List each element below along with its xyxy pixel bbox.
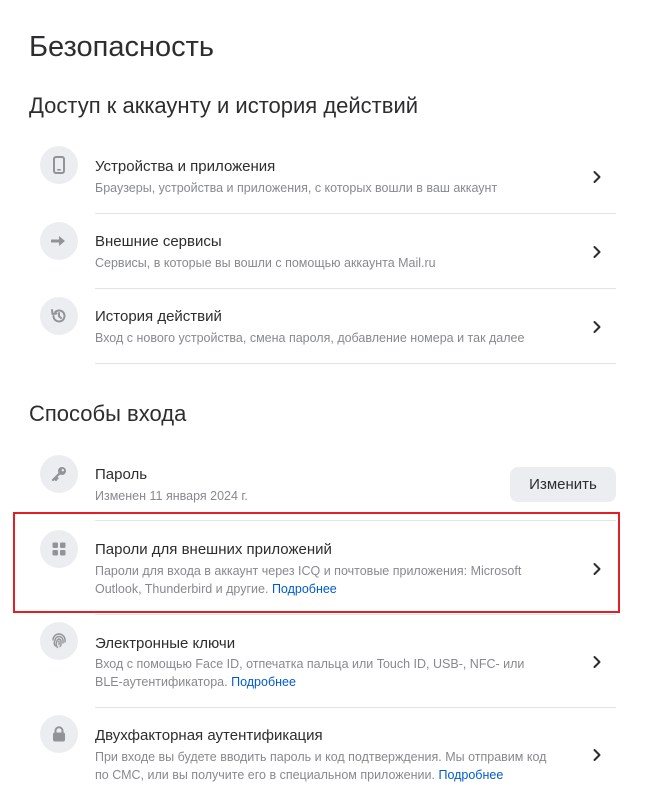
apps-grid-icon (40, 530, 78, 568)
app-passwords-item[interactable]: Пароли для внешних приложений Пароли для… (29, 530, 616, 602)
password-title: Пароль (95, 466, 148, 483)
two-factor-item[interactable]: Двухфакторная аутентификация При входе в… (29, 715, 616, 787)
password-item: Пароль Изменен 11 января 2024 г. (29, 455, 499, 511)
divider (95, 614, 616, 615)
learn-more-link[interactable]: Подробнее (438, 768, 503, 782)
chevron-right-icon (593, 321, 601, 333)
phone-icon (40, 146, 78, 184)
activity-history-item[interactable]: История действий Вход с нового устройств… (29, 297, 616, 353)
section-title-access: Доступ к аккаунту и история действий (29, 93, 419, 118)
learn-more-link[interactable]: Подробнее (272, 582, 337, 596)
learn-more-link[interactable]: Подробнее (231, 675, 296, 689)
chevron-right-icon (593, 563, 601, 575)
chevron-right-icon (593, 656, 601, 668)
external-services-desc: Сервисы, в которые вы вошли с помощью ак… (95, 256, 436, 270)
app-passwords-desc: Пароли для входа в аккаунт через ICQ и п… (95, 564, 522, 596)
security-page: Безопасность Доступ к аккаунту и история… (0, 0, 655, 800)
activity-history-title: История действий (95, 308, 222, 325)
divider (95, 363, 616, 364)
devices-desc: Браузеры, устройства и приложения, с кот… (95, 181, 498, 195)
arrow-right-icon (40, 222, 78, 260)
fingerprint-icon (40, 622, 78, 660)
divider (95, 288, 616, 289)
external-services-item[interactable]: Внешние сервисы Сервисы, в которые вы во… (29, 222, 616, 278)
chevron-right-icon (593, 246, 601, 258)
change-password-button[interactable]: Изменить (510, 467, 616, 502)
two-factor-desc: При входе вы будете вводить пароль и код… (95, 750, 547, 782)
divider (95, 707, 616, 708)
page-title: Безопасность (29, 31, 214, 63)
two-factor-title: Двухфакторная аутентификация (95, 727, 323, 744)
security-keys-desc: Вход с помощью Face ID, отпечатка пальца… (95, 657, 525, 689)
chevron-right-icon (593, 171, 601, 183)
activity-history-desc: Вход с нового устройства, смена пароля, … (95, 331, 525, 345)
password-changed-date: Изменен 11 января 2024 г. (95, 489, 248, 503)
key-icon (40, 455, 78, 493)
security-keys-title: Электронные ключи (95, 635, 236, 652)
devices-and-apps-item[interactable]: Устройства и приложения Браузеры, устрой… (29, 146, 616, 202)
chevron-right-icon (593, 749, 601, 761)
divider (95, 213, 616, 214)
app-passwords-title: Пароли для внешних приложений (95, 541, 332, 558)
external-services-title: Внешние сервисы (95, 233, 222, 250)
divider (95, 520, 616, 521)
history-icon (40, 297, 78, 335)
devices-title: Устройства и приложения (95, 158, 276, 175)
security-keys-item[interactable]: Электронные ключи Вход с помощью Face ID… (29, 622, 616, 694)
lock-icon (40, 715, 78, 753)
section-title-login: Способы входа (29, 401, 187, 426)
